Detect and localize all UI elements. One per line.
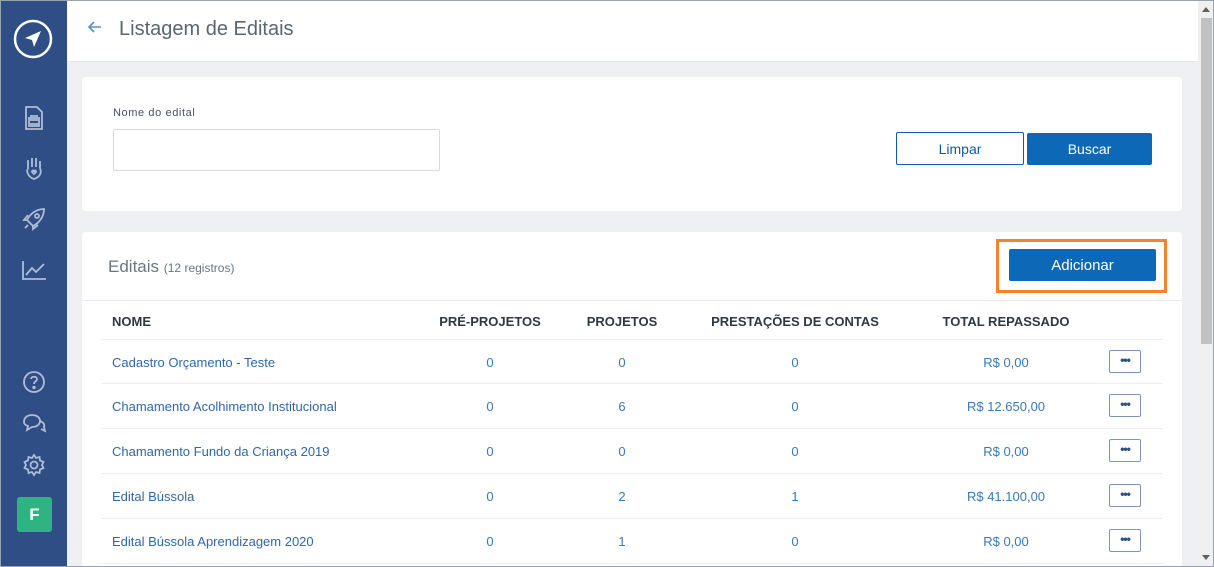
avatar[interactable]: F (17, 497, 52, 532)
divider (82, 300, 1182, 301)
chat-icon[interactable] (19, 408, 49, 438)
table-row[interactable]: Edital Bússola 0 2 1 R$ 41.100,00 ••• (102, 474, 1163, 519)
more-options-button[interactable]: ••• (1109, 350, 1141, 373)
pre-projetos-value: 0 (486, 399, 494, 414)
list-title: Editais (12 registros) (108, 257, 234, 277)
more-options-button[interactable]: ••• (1109, 394, 1141, 417)
more-options-button[interactable]: ••• (1109, 484, 1141, 507)
ellipsis-icon: ••• (1120, 352, 1131, 367)
vertical-scrollbar[interactable] (1198, 1, 1213, 566)
gear-icon[interactable] (19, 450, 49, 480)
pre-projetos-value: 0 (486, 534, 494, 549)
clear-button[interactable]: Limpar (896, 132, 1024, 165)
ellipsis-icon: ••• (1120, 396, 1131, 411)
page-header: Listagem de Editais (67, 1, 1198, 62)
document-icon[interactable] (19, 103, 49, 133)
edital-name-link[interactable]: Chamamento Fundo da Criança 2019 (112, 444, 330, 459)
prestacoes-value: 0 (791, 355, 799, 370)
chart-icon[interactable] (19, 255, 49, 285)
page-title: Listagem de Editais (119, 18, 294, 40)
projetos-value: 0 (618, 444, 626, 459)
total-value: R$ 12.650,00 (966, 399, 1046, 414)
edital-name-label: Nome do edital (113, 107, 196, 119)
projetos-value: 1 (618, 534, 626, 549)
editais-list-panel: Editais (12 registros) Adicionar NOME PR… (82, 232, 1182, 566)
pre-projetos-value: 0 (486, 444, 494, 459)
column-header-pre-projetos[interactable]: PRÉ-PROJETOS (439, 314, 541, 329)
list-title-text: Editais (108, 257, 160, 276)
hand-heart-icon[interactable] (19, 153, 49, 183)
total-value: R$ 0,00 (983, 355, 1029, 370)
scroll-down-arrow-icon[interactable] (1202, 555, 1210, 560)
scrollbar-thumb[interactable] (1201, 18, 1212, 344)
ellipsis-icon: ••• (1120, 531, 1131, 546)
column-header-total[interactable]: TOTAL REPASSADO (943, 314, 1070, 329)
back-arrow-icon[interactable] (87, 17, 105, 37)
prestacoes-value: 0 (791, 534, 799, 549)
total-value: R$ 41.100,00 (966, 489, 1046, 504)
sidebar: F (1, 1, 67, 566)
rocket-icon[interactable] (19, 204, 49, 234)
help-icon[interactable] (19, 367, 49, 397)
table-row[interactable]: Cadastro Orçamento - Teste 0 0 0 R$ 0,00… (102, 339, 1163, 384)
column-header-name[interactable]: NOME (112, 314, 151, 329)
total-value: R$ 0,00 (983, 534, 1029, 549)
ellipsis-icon: ••• (1120, 441, 1131, 456)
column-header-projetos[interactable]: PROJETOS (587, 314, 658, 329)
logo-icon[interactable] (12, 18, 54, 60)
projetos-value: 6 (618, 399, 626, 414)
filter-panel: Nome do edital Limpar Buscar (82, 77, 1182, 211)
table-row[interactable]: Edital Bússola Aprendizagem 2020 0 1 0 R… (102, 519, 1163, 564)
column-header-prestacoes[interactable]: PRESTAÇÕES DE CONTAS (711, 314, 879, 329)
app-window: F Listagem de Editais Nome do edital Lim… (0, 0, 1214, 567)
projetos-value: 2 (618, 489, 626, 504)
projetos-value: 0 (618, 355, 626, 370)
prestacoes-value: 0 (791, 444, 799, 459)
pre-projetos-value: 0 (486, 489, 494, 504)
ellipsis-icon: ••• (1120, 486, 1131, 501)
more-options-button[interactable]: ••• (1109, 529, 1141, 552)
more-options-button[interactable]: ••• (1109, 439, 1141, 462)
edital-name-link[interactable]: Edital Bússola Aprendizagem 2020 (112, 534, 314, 549)
table-row[interactable]: Chamamento Acolhimento Institucional 0 6… (102, 384, 1163, 429)
edital-name-link[interactable]: Edital Bússola (112, 489, 194, 504)
edital-name-link[interactable]: Chamamento Acolhimento Institucional (112, 399, 337, 414)
search-button[interactable]: Buscar (1027, 133, 1152, 165)
scroll-up-arrow-icon[interactable] (1202, 7, 1210, 12)
add-button[interactable]: Adicionar (1009, 249, 1156, 281)
prestacoes-value: 0 (791, 399, 799, 414)
record-count: (12 registros) (163, 261, 235, 275)
edital-name-link[interactable]: Cadastro Orçamento - Teste (112, 355, 275, 370)
total-value: R$ 0,00 (983, 444, 1029, 459)
table-row[interactable]: Chamamento Fundo da Criança 2019 0 0 0 R… (102, 429, 1163, 474)
pre-projetos-value: 0 (486, 355, 494, 370)
prestacoes-value: 1 (791, 489, 799, 504)
edital-name-input[interactable] (113, 129, 440, 171)
